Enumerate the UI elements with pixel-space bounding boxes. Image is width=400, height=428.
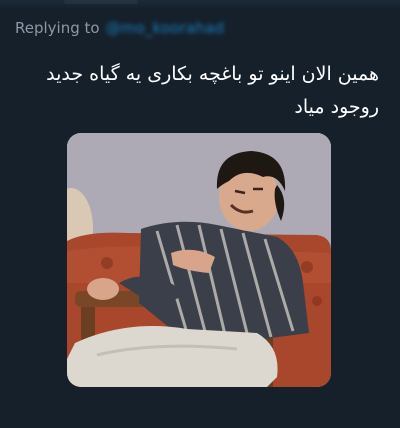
photo-icon [67, 133, 331, 387]
replying-to-row: Replying to @mo_koorahad [15, 18, 224, 38]
tweet-text-line-1: همین الان اینو تو باغچه بکاری یه گیاه جد… [46, 63, 379, 85]
replying-to-label: Replying to [15, 19, 100, 37]
tweet-media-photo[interactable] [67, 133, 331, 387]
top-fade [0, 0, 400, 10]
truncated-previous-content [64, 0, 138, 4]
reply-handle-link[interactable]: @mo_koorahad [106, 18, 225, 38]
tweet-text-line-2: روجود میاد [294, 96, 379, 118]
tweet-text: همین الان اینو تو باغچه بکاری یه گیاه جد… [29, 58, 379, 124]
